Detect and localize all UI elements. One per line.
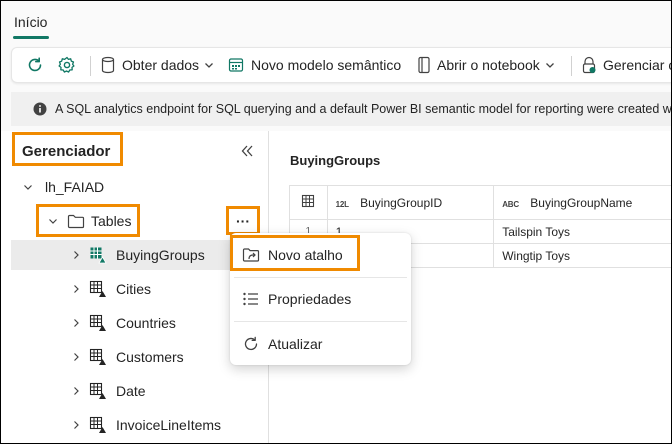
chevron-right-icon[interactable] [69, 418, 83, 432]
new-semantic-model-label: Novo modelo semântico [251, 57, 402, 73]
app-window: Início Obter dados Novo modelo semântico… [0, 0, 672, 444]
refresh-icon [26, 56, 44, 74]
type-tag: ABC [502, 199, 519, 209]
collapse-pane-button[interactable] [237, 141, 257, 161]
table-icon [89, 314, 107, 332]
tree-item-table[interactable]: InvoiceLineItems [11, 410, 263, 440]
chevron-right-icon[interactable] [69, 248, 83, 262]
table-icon [89, 416, 107, 434]
chevron-down-icon[interactable] [46, 214, 60, 228]
notebook-icon [417, 56, 431, 74]
table-icon [89, 280, 107, 298]
settings-button[interactable] [57, 48, 77, 82]
table-icon [89, 382, 107, 400]
chevron-down-icon [204, 60, 214, 70]
new-semantic-model-button[interactable]: Novo modelo semântico [228, 48, 401, 82]
lakehouse-name: lh_FAIAD [45, 179, 105, 195]
explorer-pane: Gerenciador lh_FAIAD Tables ··· BuyingGr… [1, 131, 269, 443]
table-icon [89, 348, 107, 366]
tree-item-table[interactable]: Customers [11, 342, 263, 372]
table-name: Customers [116, 349, 184, 365]
menu-item-label: Propriedades [268, 291, 352, 307]
table-name: BuyingGroups [116, 247, 205, 263]
open-notebook-button[interactable]: Abrir o notebook [417, 48, 555, 82]
tables-folder-label: Tables [91, 213, 132, 229]
type-tag: 12L [335, 199, 349, 209]
highlight-box [230, 235, 360, 271]
toolbar-divider [571, 56, 572, 76]
open-notebook-label: Abrir o notebook [437, 57, 540, 73]
menu-divider [234, 277, 407, 278]
tree-item-table[interactable]: Cities [11, 274, 263, 304]
explorer-title: Gerenciador [22, 143, 111, 160]
table-header-row: 12L BuyingGroupID ABC BuyingGroupName [289, 185, 671, 220]
get-data-label: Obter dados [122, 57, 200, 73]
gear-icon [57, 55, 77, 75]
properties-list-icon [242, 291, 260, 307]
folder-icon [67, 213, 85, 229]
column-header[interactable]: ABC BuyingGroupName [493, 185, 671, 220]
table-name: Date [116, 383, 146, 399]
cell[interactable]: Tailspin Toys [493, 219, 671, 244]
double-chevron-left-icon [240, 144, 254, 158]
chevron-right-icon[interactable] [69, 384, 83, 398]
more-options-button[interactable]: ··· [229, 209, 257, 232]
tree-item-table[interactable]: Countries [11, 308, 263, 338]
menu-divider [234, 321, 407, 322]
toolbar-divider [90, 56, 91, 76]
semantic-model-icon [228, 57, 244, 73]
menu-item-properties[interactable]: Propriedades [230, 279, 411, 319]
grid-icon [301, 194, 315, 208]
get-data-button[interactable]: Obter dados [100, 48, 214, 82]
refresh-button[interactable] [26, 48, 44, 82]
info-banner-text: A SQL analytics endpoint for SQL queryin… [55, 102, 672, 116]
cell[interactable]: Wingtip Toys [493, 243, 671, 268]
info-banner: A SQL analytics endpoint for SQL queryin… [11, 92, 672, 126]
column-header-label: BuyingGroupID [360, 195, 443, 210]
manage-button[interactable]: Gerenciar o [581, 48, 672, 82]
info-icon [33, 102, 47, 116]
column-header[interactable]: 12L BuyingGroupID [326, 185, 495, 220]
database-icon [100, 56, 116, 74]
table-name: InvoiceLineItems [116, 417, 222, 433]
lock-shield-icon [581, 56, 597, 74]
ribbon-tab-bar: Início [1, 1, 671, 43]
column-header-label: BuyingGroupName [530, 195, 633, 210]
toolbar: Obter dados Novo modelo semântico Abrir … [11, 47, 672, 83]
tree-item-table[interactable]: Date [11, 376, 263, 406]
table-name: Countries [116, 315, 176, 331]
chevron-right-icon[interactable] [69, 350, 83, 364]
table-name: Cities [116, 281, 152, 297]
tree-item-lakehouse[interactable]: lh_FAIAD [11, 172, 263, 202]
chevron-right-icon[interactable] [69, 282, 83, 296]
chevron-right-icon[interactable] [69, 316, 83, 330]
select-all-cell[interactable] [289, 185, 328, 220]
manage-label: Gerenciar o [603, 57, 672, 73]
refresh-icon [242, 336, 260, 352]
preview-title: BuyingGroups [290, 153, 381, 168]
menu-item-refresh[interactable]: Atualizar [230, 324, 411, 364]
active-tab-indicator [13, 36, 49, 39]
chevron-down-icon [545, 60, 555, 70]
table-icon [89, 246, 107, 264]
tree-item-table[interactable]: BuyingGroups [11, 240, 263, 270]
tab-home[interactable]: Início [14, 14, 47, 30]
chevron-down-icon[interactable] [21, 180, 35, 194]
menu-item-label: Atualizar [268, 336, 323, 352]
